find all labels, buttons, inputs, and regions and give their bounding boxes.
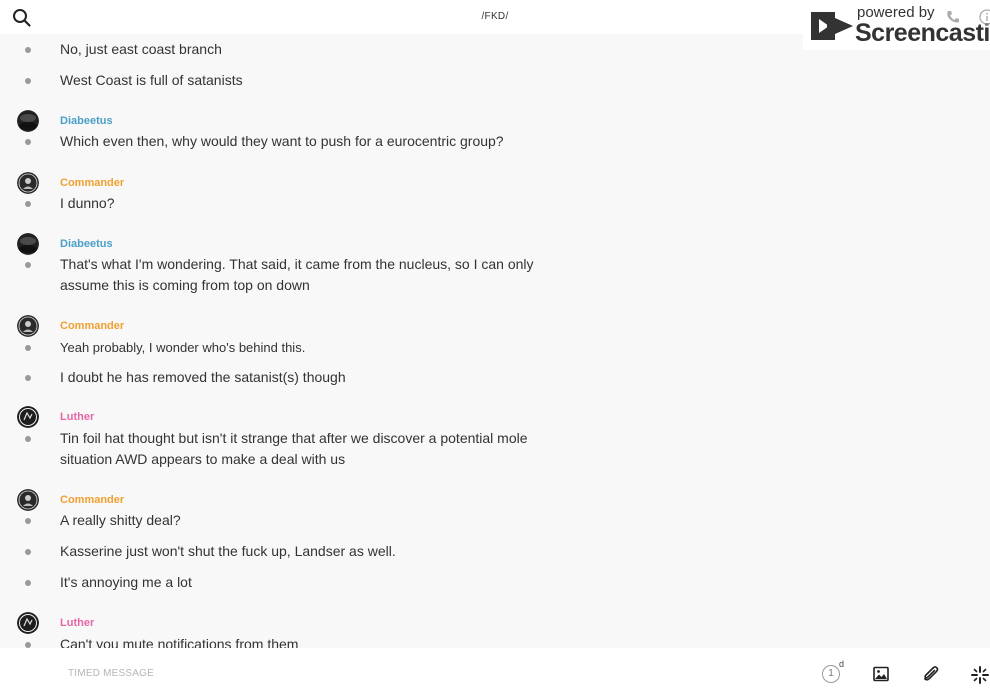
message-bullet — [25, 78, 31, 84]
phone-icon[interactable] — [945, 9, 961, 25]
avatar-diabeetus[interactable] — [17, 110, 39, 132]
timed-message-input[interactable] — [60, 662, 668, 684]
avatar-commander[interactable] — [17, 315, 39, 337]
message-bullet — [25, 47, 31, 53]
message-text: West Coast is full of satanists — [60, 72, 243, 88]
message-text: Which even then, why would they want to … — [60, 133, 504, 149]
message-author[interactable]: Commander — [60, 177, 124, 189]
sparkle-button[interactable] — [970, 665, 990, 685]
message-text: That's what I'm wondering. That said, it… — [60, 256, 534, 293]
message-bullet — [25, 436, 31, 442]
message-text: No, just east coast branch — [60, 41, 222, 57]
avatar-commander[interactable] — [17, 172, 39, 194]
message-text: Can't you mute notifications from them — [60, 636, 299, 648]
paperclip-icon — [924, 666, 939, 681]
avatar-luther[interactable] — [17, 406, 39, 428]
avatar-image — [17, 315, 39, 337]
message-bullet — [25, 518, 31, 524]
avatar-image — [17, 406, 39, 428]
message-author[interactable]: Diabeetus — [60, 115, 113, 127]
message-list[interactable]: No, just east coast branch West Coast is… — [0, 34, 990, 648]
message-text: I doubt he has removed the satanist(s) t… — [60, 369, 346, 385]
message-text: I dunno? — [60, 195, 115, 211]
message-text: Yeah probably, I wonder who's behind thi… — [60, 340, 306, 355]
avatar-diabeetus[interactable] — [17, 233, 39, 255]
chat-app: /FKD/ No, just east coast branch West Co… — [0, 0, 990, 700]
message-text: It's annoying me a lot — [60, 574, 192, 590]
attach-button[interactable] — [922, 665, 940, 683]
avatar-luther[interactable] — [17, 612, 39, 634]
avatar-commander[interactable] — [17, 489, 39, 511]
message-bullet — [25, 375, 31, 381]
message-author[interactable]: Luther — [60, 411, 94, 423]
message-author[interactable]: Commander — [60, 320, 124, 332]
avatar-image — [17, 110, 39, 132]
image-button[interactable] — [873, 666, 889, 682]
avatar-image — [17, 489, 39, 511]
message-bullet — [25, 345, 31, 351]
info-icon[interactable] — [979, 9, 990, 25]
image-icon — [873, 666, 889, 682]
timer-button[interactable]: 1 d — [822, 659, 846, 686]
message-bullet — [25, 201, 31, 207]
avatar-image — [17, 233, 39, 255]
message-author[interactable]: Diabeetus — [60, 238, 113, 250]
screencastify-watermark: powered by Screencastify — [803, 0, 990, 50]
avatar-image — [17, 172, 39, 194]
watermark-brand-text: Screencastify — [855, 19, 990, 47]
screencastify-logo-icon — [811, 12, 853, 40]
message-bullet — [25, 580, 31, 586]
composer-bar: 1 d — [0, 648, 990, 700]
message-bullet — [25, 549, 31, 555]
message-text: Kasserine just won't shut the fuck up, L… — [60, 543, 396, 559]
message-text: A really shitty deal? — [60, 512, 181, 528]
timer-icon: 1 — [822, 665, 840, 683]
message-bullet — [25, 139, 31, 145]
message-bullet — [25, 262, 31, 268]
sparkle-icon — [971, 666, 989, 684]
message-author[interactable]: Luther — [60, 617, 94, 629]
message-text: Tin foil hat thought but isn't it strang… — [60, 430, 528, 467]
message-author[interactable]: Commander — [60, 494, 124, 506]
timer-unit: d — [839, 659, 845, 669]
avatar-image — [17, 612, 39, 634]
